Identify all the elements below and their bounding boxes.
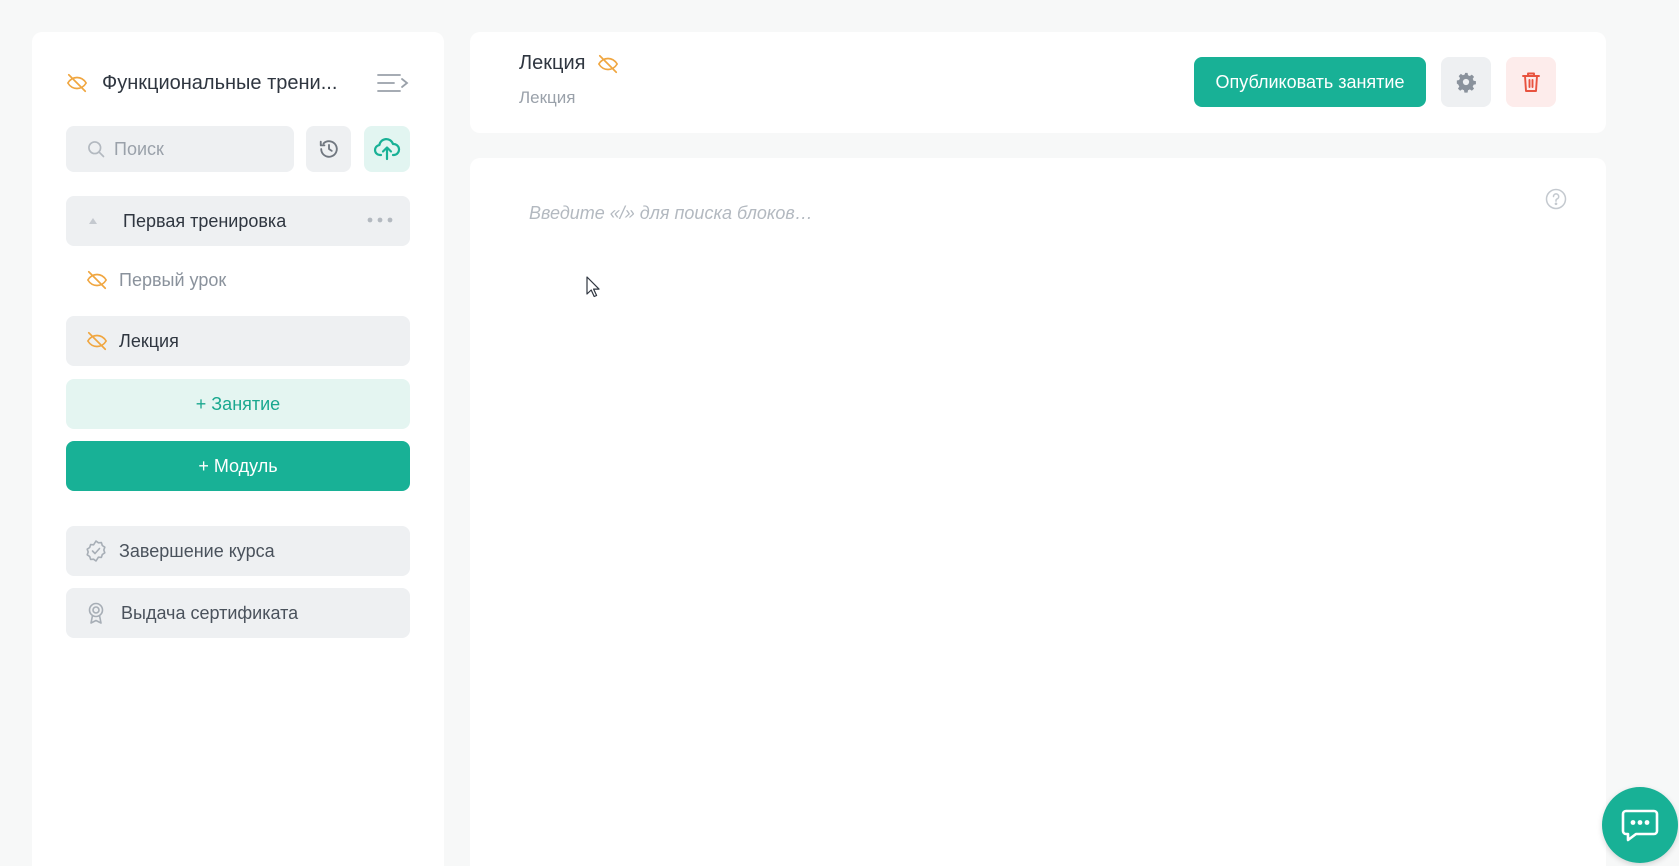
chat-support-button[interactable] [1602, 787, 1678, 863]
caret-up-icon[interactable] [88, 217, 98, 225]
lesson-editor [470, 158, 1606, 866]
award-icon [88, 602, 104, 624]
help-icon[interactable] [1545, 188, 1567, 210]
lesson-label: Лекция [119, 330, 179, 351]
eye-off-icon[interactable] [597, 53, 619, 75]
block-search-input[interactable] [529, 196, 1429, 230]
gear-icon [1456, 72, 1476, 93]
lesson-title-row: Лекция [519, 52, 619, 75]
collapse-sidebar-icon[interactable] [376, 72, 410, 94]
add-lesson-button[interactable]: + Занятие [66, 379, 410, 429]
course-header: Функциональные трени... [66, 68, 410, 98]
chat-icon [1621, 809, 1659, 842]
module-label: Первая тренировка [123, 210, 287, 231]
eye-off-icon [87, 270, 107, 290]
certificate-label: Выдача сертификата [121, 602, 299, 623]
eye-off-icon [67, 73, 87, 93]
lesson-label: Первый урок [119, 269, 227, 290]
lesson-subtitle: Лекция [519, 88, 576, 107]
trash-icon [1522, 72, 1540, 92]
course-completion-item[interactable]: Завершение курса [66, 526, 410, 576]
delete-lesson-button[interactable] [1506, 57, 1556, 107]
search-input[interactable] [114, 138, 284, 160]
upload-button[interactable] [364, 126, 410, 172]
eye-off-icon [87, 331, 107, 351]
search-field[interactable] [66, 126, 294, 172]
course-title: Функциональные трени... [102, 71, 338, 94]
search-toolbar [66, 126, 410, 172]
search-icon [88, 141, 105, 158]
lesson-title: Лекция [519, 52, 586, 74]
course-completion-label: Завершение курса [119, 540, 275, 561]
history-button[interactable] [306, 126, 351, 172]
course-sidebar: Функциональные трени... Первая трени [32, 32, 444, 866]
add-module-button[interactable]: + Модуль [66, 441, 410, 491]
certificate-item[interactable]: Выдача сертификата [66, 588, 410, 638]
more-options-icon[interactable] [366, 214, 394, 226]
lesson-item-selected[interactable]: Лекция [66, 316, 410, 366]
module-item[interactable]: Первая тренировка [66, 196, 410, 246]
cloud-upload-icon [373, 138, 401, 161]
mouse-cursor-icon [586, 276, 600, 298]
lesson-item[interactable]: Первый урок [66, 255, 410, 305]
badge-check-icon [86, 540, 106, 562]
history-icon [319, 140, 338, 158]
publish-lesson-button[interactable]: Опубликовать занятие [1194, 57, 1426, 107]
lesson-header: Лекция Лекция Опубликовать занятие [470, 32, 1606, 133]
settings-button[interactable] [1441, 57, 1491, 107]
